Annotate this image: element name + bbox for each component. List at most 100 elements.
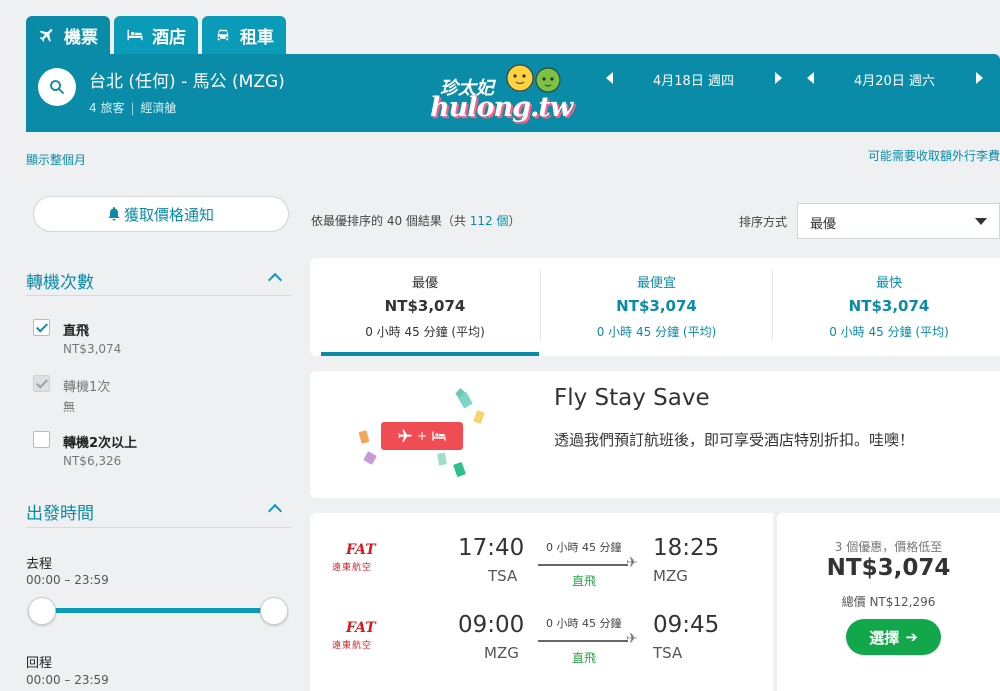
sort-tab-title: 最優 (411, 276, 438, 291)
sort-tabs: 最優 NT$3,074 0 小時 45 分鐘 (平均) 最便宜 NT$3,074… (310, 258, 1000, 356)
tab-label: 租車 (240, 27, 274, 48)
arrival-time: 09:45 (653, 612, 720, 638)
airline-logo: FAT 遠東航空 (332, 542, 392, 573)
airline-code: FAT (346, 620, 376, 636)
price-alert-button[interactable]: 獲取價格通知 (33, 196, 289, 232)
tab-flights[interactable]: 機票 (26, 16, 110, 54)
show-month-link[interactable]: 顯示整個月 (26, 151, 86, 168)
stops-option-price: NT$3,074 (63, 342, 122, 356)
departure-airport: TSA (488, 567, 518, 585)
route-line (538, 564, 628, 566)
confetti (358, 430, 370, 444)
airline-logo: FAT 遠東航空 (332, 620, 392, 651)
deals-count: 3 個優惠，價格低至 (834, 540, 943, 554)
lowest-price: NT$3,074 (826, 555, 951, 581)
select-label: 選擇 (869, 628, 900, 647)
confetti (437, 452, 447, 466)
results-suffix: ） (508, 214, 521, 228)
sort-selected-value: 最優 (810, 217, 837, 232)
sort-tab-duration: 0 小時 45 分鐘 (平均) (596, 325, 717, 339)
stops-option-label: 轉機1次 (63, 380, 111, 395)
flight-result-card[interactable]: FAT 遠東航空 17:40 TSA 0 小時 45 分鐘 ✈ 直飛 18:25… (310, 513, 773, 691)
sort-tab-title: 最快 (875, 276, 902, 291)
results-total-link[interactable]: 112 個 (470, 214, 509, 228)
departure-airport: MZG (484, 644, 519, 662)
return-label: 回程 (26, 656, 53, 671)
stops-filter-title[interactable]: 轉機次數 (26, 268, 94, 293)
depart-next-arrow[interactable] (775, 72, 782, 84)
sort-tab-duration: 0 小時 45 分鐘 (平均) (829, 325, 949, 339)
outbound-time-slider[interactable] (42, 608, 274, 613)
bed-icon (432, 431, 446, 441)
return-next-arrow[interactable] (976, 72, 983, 84)
active-tab-indicator (321, 352, 539, 356)
depart-date[interactable]: 4月18日 週四 (653, 70, 734, 89)
flight-duration: 0 小時 45 分鐘 (546, 617, 622, 630)
plane-icon (398, 429, 412, 442)
search-button[interactable] (38, 68, 76, 106)
tab-cars[interactable]: 租車 (202, 16, 286, 54)
product-tabs: 機票 酒店 租車 (26, 16, 286, 54)
airline-code: FAT (346, 542, 376, 558)
direct-checkbox[interactable] (33, 319, 50, 336)
tab-hotels[interactable]: 酒店 (114, 16, 198, 54)
sort-tab-fastest[interactable]: 最快 NT$3,074 0 小時 45 分鐘 (平均) (773, 258, 1000, 356)
confetti (453, 461, 466, 478)
confetti (363, 451, 377, 465)
price-panel: 3 個優惠，價格低至 NT$3,074 總價 NT$12,296 選擇 ➔ (777, 513, 1000, 691)
divider (26, 295, 291, 296)
flight-duration: 0 小時 45 分鐘 (546, 541, 622, 554)
watermark-logo: 珍太妃 hulong.tw (426, 58, 573, 130)
plane-icon: ✈ (626, 555, 638, 571)
departure-time-title[interactable]: 出發時間 (26, 499, 94, 524)
results-prefix: 依最優排序的 40 個結果（共 (311, 214, 470, 228)
sort-tab-price: NT$3,074 (848, 297, 930, 315)
plane-icon (39, 29, 53, 42)
stops-option-label: 轉機2次以上 (63, 436, 138, 451)
caret-down-icon (975, 218, 987, 225)
slider-end-handle[interactable] (260, 597, 288, 625)
tab-label: 機票 (64, 27, 98, 48)
stops-option-price: 無 (63, 400, 76, 414)
divider (26, 527, 291, 528)
return-prev-arrow[interactable] (807, 72, 814, 84)
return-date[interactable]: 4月20日 週六 (854, 70, 935, 89)
plus-sign: + (416, 429, 428, 443)
search-details[interactable]: 4 旅客 | 經濟艙 (89, 99, 177, 116)
sort-tab-title: 最便宜 (636, 276, 676, 291)
select-button[interactable]: 選擇 ➔ (846, 619, 941, 655)
stops-label: 直飛 (572, 574, 597, 588)
slider-start-handle[interactable] (28, 597, 56, 625)
price-alert-label: 獲取價格通知 (123, 205, 214, 224)
search-summary-bar: 台北 (任何) - 馬公 (MZG) 4 旅客 | 經濟艙 珍太妃 hulong.t… (26, 54, 1000, 132)
baggage-fee-link[interactable]: 可能需要收取額外行李費 (868, 147, 1000, 164)
one-stop-checkbox[interactable] (33, 375, 50, 392)
sort-tab-best[interactable]: 最優 NT$3,074 0 小時 45 分鐘 (平均) (310, 258, 540, 356)
route-text[interactable]: 台北 (任何) - 馬公 (MZG) (89, 67, 285, 92)
flight-plus-hotel-badge: + (381, 422, 463, 450)
airline-name: 遠東航空 (332, 641, 373, 651)
plane-icon: ✈ (626, 631, 638, 647)
confetti (473, 409, 485, 425)
depart-prev-arrow[interactable] (606, 72, 613, 84)
departure-time: 17:40 (458, 535, 525, 561)
promo-title: Fly Stay Save (554, 385, 710, 411)
two-plus-stops-checkbox[interactable] (33, 431, 50, 448)
chevron-up-icon[interactable] (267, 272, 283, 288)
bed-icon (127, 29, 143, 41)
search-icon (50, 80, 64, 94)
bell-icon (108, 207, 120, 221)
arrival-time: 18:25 (653, 535, 720, 561)
route-line (538, 640, 628, 642)
results-summary: 依最優排序的 40 個結果（共 112 個） (311, 212, 520, 229)
arrival-airport: TSA (653, 644, 683, 662)
departure-time: 09:00 (458, 612, 525, 638)
fly-stay-save-banner[interactable]: + Fly Stay Save 透過我們預訂航班後，即可享受酒店特別折扣。哇噢！ (310, 371, 1000, 498)
return-range: 00:00 – 23:59 (26, 673, 109, 687)
chevron-up-icon[interactable] (267, 503, 283, 519)
sort-tab-cheapest[interactable]: 最便宜 NT$3,074 0 小時 45 分鐘 (平均) (541, 258, 772, 356)
stops-label: 直飛 (572, 651, 597, 665)
arrival-airport: MZG (653, 567, 688, 585)
car-icon (217, 29, 229, 41)
sort-select[interactable]: 最優 (797, 203, 1000, 239)
